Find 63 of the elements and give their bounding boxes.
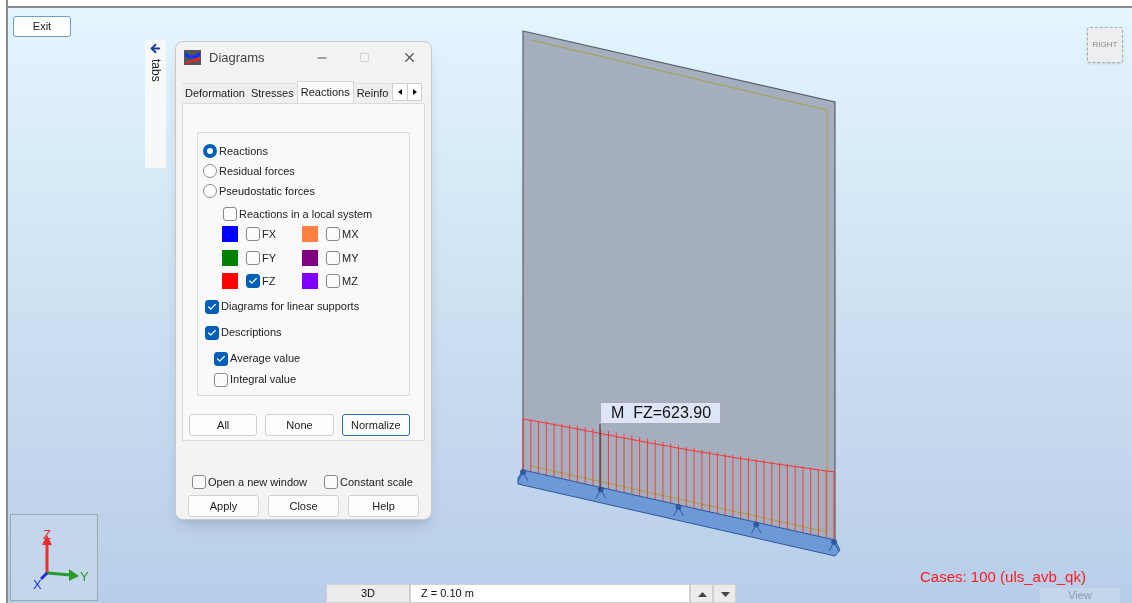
checkbox[interactable] <box>205 325 219 340</box>
dialog-button[interactable]: None <box>265 414 334 436</box>
checkbox[interactable] <box>192 475 206 489</box>
checkmark-icon <box>216 353 226 364</box>
dialog-button[interactable]: All <box>189 414 258 436</box>
checkmark-icon <box>207 327 217 338</box>
cases-label: Cases: 100 (uls_avb_qk) <box>920 567 1086 587</box>
checkbox[interactable] <box>223 207 237 221</box>
checkbox[interactable] <box>326 250 340 265</box>
checkbox[interactable] <box>214 351 228 366</box>
checkbox[interactable] <box>326 227 340 242</box>
checkbox-label: FZ <box>262 274 276 289</box>
maximize-icon <box>359 52 370 63</box>
radio-label: Residual forces <box>219 163 295 179</box>
tab[interactable]: Reinfo <box>353 83 392 103</box>
dialog-button[interactable]: Normalize <box>341 414 410 436</box>
side-panel[interactable]: tabs <box>145 40 166 168</box>
checkbox[interactable] <box>246 227 260 242</box>
checkbox-label: Integral value <box>230 372 297 388</box>
checkmark-icon <box>207 301 217 312</box>
side-panel-label: tabs <box>147 59 164 82</box>
checkbox-label: Open a new window <box>208 474 308 490</box>
triangle-down-icon[interactable] <box>713 584 736 603</box>
radio-button[interactable] <box>203 164 217 178</box>
exit-button[interactable]: Exit <box>13 16 71 37</box>
tab[interactable]: Deformation <box>182 83 248 103</box>
checkbox-label: Average value <box>230 351 301 367</box>
tab[interactable]: Reactions <box>296 81 354 103</box>
tab[interactable]: Stresses <box>247 83 297 103</box>
triangle-up-icon[interactable] <box>690 584 713 603</box>
checkbox[interactable] <box>246 274 260 289</box>
app-icon <box>184 50 201 65</box>
checkbox-label: Constant scale <box>340 474 413 490</box>
checkbox[interactable] <box>214 372 228 387</box>
checkbox-label: FX <box>262 227 277 242</box>
checkbox[interactable] <box>326 274 340 289</box>
checkbox-label: MZ <box>342 274 358 289</box>
view-mode-button[interactable]: 3D <box>326 584 410 603</box>
radio-label: Pseudostatic forces <box>219 183 315 199</box>
arrow-left-icon <box>149 42 162 55</box>
dialog-button[interactable]: Apply <box>188 495 259 517</box>
close-icon[interactable] <box>402 50 417 65</box>
checkbox-label: Diagrams for linear supports <box>221 299 360 315</box>
dialog-title: Diagrams <box>209 48 265 67</box>
dialog-button[interactable]: Help <box>348 495 419 517</box>
checkbox-label: MX <box>342 227 359 242</box>
leader-line <box>599 424 601 490</box>
radio-label: Reactions <box>219 143 268 159</box>
checkbox[interactable] <box>205 299 219 314</box>
tab-scroll-buttons[interactable] <box>392 83 423 101</box>
radio-button[interactable] <box>203 184 217 198</box>
checkbox-label: Descriptions <box>221 325 282 341</box>
radio-button[interactable] <box>203 144 217 158</box>
diagram-value-label: M FZ=623.90 <box>600 402 721 424</box>
level-field[interactable]: Z = 0.10 m <box>410 584 690 603</box>
checkbox-label: Reactions in a local system <box>239 206 373 222</box>
dialog-button[interactable]: Close <box>268 495 339 517</box>
checkbox-label: MY <box>342 250 359 266</box>
checkbox-label: FY <box>262 250 277 266</box>
checkbox[interactable] <box>324 475 339 489</box>
checkbox[interactable] <box>246 250 260 265</box>
view-cube-label: RIGHT <box>1092 41 1118 49</box>
checkmark-icon <box>248 276 258 287</box>
